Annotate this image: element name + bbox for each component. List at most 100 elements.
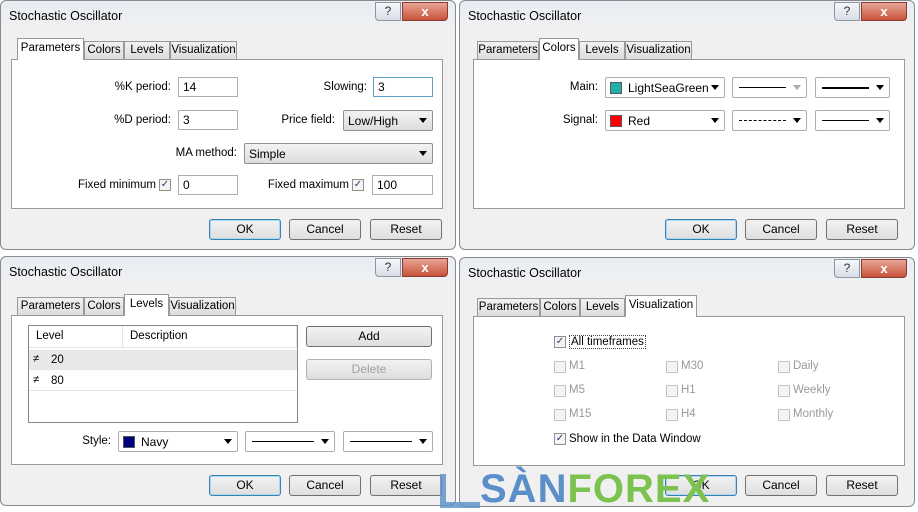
tab-parameters[interactable]: Parameters [477,41,539,59]
tab-visualization[interactable]: Visualization [625,295,697,317]
tab-levels[interactable]: Levels [124,294,169,316]
line-style-solid [252,441,314,442]
dialog-parameters: Stochastic Oscillator ? x Parameters Col… [0,0,456,250]
line-width-thin [350,441,412,442]
close-button[interactable]: x [861,259,907,278]
delete-button[interactable]: Delete [306,359,432,380]
tab-colors[interactable]: Colors [539,38,579,60]
chevron-down-icon [419,151,427,156]
add-button[interactable]: Add [306,326,432,347]
reset-button[interactable]: Reset [826,219,898,240]
cancel-button[interactable]: Cancel [289,219,361,240]
all-timeframes-checkbox[interactable]: ✓ [554,336,566,348]
timeframe-label: M1 [569,360,585,372]
reset-button[interactable]: Reset [370,219,442,240]
ok-button[interactable]: OK [209,475,281,496]
k-period-label: %K period: [114,81,171,93]
reset-button[interactable]: Reset [370,475,442,496]
chevron-down-icon [419,439,427,444]
reset-button[interactable]: Reset [826,475,898,496]
close-button[interactable]: x [402,2,448,21]
cancel-button[interactable]: Cancel [745,219,817,240]
price-field-label: Price field: [281,114,335,126]
tab-levels[interactable]: Levels [579,41,625,59]
color-swatch [123,436,135,448]
timeframe-checkbox-weekly[interactable] [778,385,790,397]
timeframe-checkbox-m1[interactable] [554,361,566,373]
tab-parameters[interactable]: Parameters [17,38,84,60]
timeframe-label: Monthly [793,408,834,420]
level-color-select[interactable]: Navy [118,431,238,452]
d-period-label: %D period: [114,114,171,126]
timeframe-checkbox-h1[interactable] [666,385,678,397]
tab-parameters[interactable]: Parameters [477,298,540,316]
cancel-button[interactable]: Cancel [289,475,361,496]
timeframe-checkbox-h4[interactable] [666,409,678,421]
cancel-button[interactable]: Cancel [745,475,817,496]
table-row[interactable]: ≠ 20 [29,350,297,370]
timeframe-checkbox-m15[interactable] [554,409,566,421]
help-button[interactable]: ? [375,2,401,21]
timeframe-label: M5 [569,384,585,396]
timeframe-label: H4 [681,408,696,420]
tab-levels[interactable]: Levels [124,41,170,59]
timeframe-checkbox-m30[interactable] [666,361,678,373]
tab-visualization[interactable]: Visualization [625,41,692,59]
tab-levels[interactable]: Levels [580,298,625,316]
tab-visualization[interactable]: Visualization [170,41,237,59]
main-label: Main: [569,81,598,93]
data-window-checkbox[interactable]: ✓ [554,433,566,445]
level-style-select[interactable] [245,431,335,452]
slowing-input[interactable]: 3 [373,77,433,97]
main-color-value: LightSeaGreen [628,81,709,95]
signal-color-select[interactable]: Red [605,110,725,131]
main-color-select[interactable]: LightSeaGreen [605,77,725,98]
dialog-title: Stochastic Oscillator [468,266,582,280]
help-button[interactable]: ? [834,2,860,21]
line-style-dashed [739,120,786,121]
levels-list[interactable]: Level Description ≠ 20 ≠ 80 [28,325,298,423]
fixed-minimum-label: Fixed minimum [78,179,156,191]
ok-button[interactable]: OK [665,219,737,240]
chevron-down-icon [419,118,427,123]
tab-parameters[interactable]: Parameters [17,297,84,315]
close-button[interactable]: x [861,2,907,21]
column-header-description[interactable]: Description [123,326,297,348]
signal-style-select[interactable] [732,110,807,131]
timeframe-checkbox-m5[interactable] [554,385,566,397]
all-timeframes-label[interactable]: All timeframes [569,335,646,349]
timeframe-checkbox-daily[interactable] [778,361,790,373]
color-swatch [610,82,622,94]
close-button[interactable]: x [402,258,448,277]
d-period-input[interactable]: 3 [178,110,238,130]
price-field-select[interactable]: Low/High [343,110,433,131]
help-button[interactable]: ? [375,258,401,277]
fixed-maximum-input[interactable]: 100 [372,175,433,195]
dialog-title: Stochastic Oscillator [468,9,582,23]
chevron-down-icon [876,118,884,123]
tab-colors[interactable]: Colors [84,41,124,59]
fixed-minimum-checkbox[interactable]: ✓ [159,179,171,191]
ma-method-label: MA method: [175,147,237,159]
timeframe-label: H1 [681,384,696,396]
fixed-minimum-input[interactable]: 0 [178,175,238,195]
timeframe-checkbox-monthly[interactable] [778,409,790,421]
level-width-select[interactable] [343,431,433,452]
fixed-maximum-checkbox[interactable]: ✓ [352,179,364,191]
table-row[interactable]: ≠ 80 [29,371,297,391]
tab-colors[interactable]: Colors [84,297,124,315]
tab-visualization[interactable]: Visualization [169,297,236,315]
ok-button[interactable]: OK [209,219,281,240]
level-line-icon: ≠ [33,374,40,386]
ma-method-select[interactable]: Simple [244,143,433,164]
column-header-level[interactable]: Level [29,326,123,348]
timeframe-label: Daily [793,360,819,372]
timeframe-label: M30 [681,360,704,372]
tab-colors[interactable]: Colors [540,298,580,316]
help-button[interactable]: ? [834,259,860,278]
main-width-select[interactable] [815,77,890,98]
signal-width-select[interactable] [815,110,890,131]
main-style-select[interactable] [732,77,807,98]
dialog-title: Stochastic Oscillator [9,265,123,279]
k-period-input[interactable]: 14 [178,77,238,97]
